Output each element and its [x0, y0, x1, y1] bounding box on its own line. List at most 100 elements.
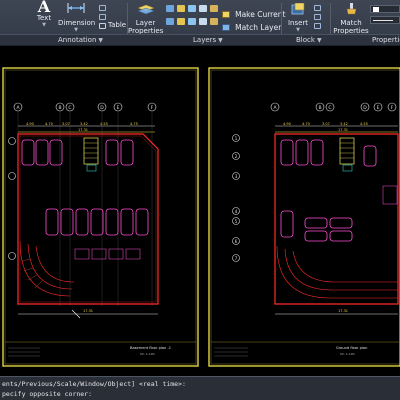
table-button[interactable]: Table: [108, 21, 126, 29]
grid-label-e: E: [117, 105, 120, 111]
grid-label-d: D: [363, 105, 367, 111]
row-label-3: 3: [235, 174, 238, 179]
dimension-tool-label: Dimension: [58, 19, 96, 27]
match-properties-label-1: Match: [340, 19, 362, 27]
drawing-canvas[interactable]: 4.90 4.70 3.07 3.42 4.55 4.75 17.31 A B C D …: [0, 46, 400, 376]
ramp-hatch: [21, 258, 43, 289]
panel-layers-label: Layers: [193, 36, 217, 44]
layer-isolate-icon[interactable]: [188, 5, 196, 12]
svg-text:4.55: 4.55: [360, 122, 368, 126]
grid-label-d: D: [100, 105, 104, 111]
grid-axis-labels-top: A B C D E F: [16, 105, 153, 111]
row-label-4: 4: [235, 209, 238, 214]
cad-drawing[interactable]: 4.90 4.70 3.07 3.42 4.55 4.75 17.31 A B C D …: [0, 46, 400, 376]
layer-lock-icon[interactable]: [210, 5, 218, 12]
stair-core-right: [339, 137, 355, 165]
grid-label-a: A: [16, 105, 20, 111]
grid-label-f: F: [391, 105, 394, 111]
layer-properties-label-1: Layer: [135, 19, 156, 27]
left-sheet-title: Basement floor plan -1: [130, 346, 171, 350]
right-sheet-scale: SC. 1:100: [340, 352, 355, 356]
match-layer-icon: [222, 24, 230, 31]
panel-block[interactable]: Block ▼: [296, 36, 322, 44]
leader-icon[interactable]: [99, 5, 106, 11]
svg-text:4.55: 4.55: [100, 122, 108, 126]
parking-row-middle: [45, 208, 149, 236]
text-tool-label: Text: [36, 14, 52, 22]
elevator-core-right: [342, 164, 353, 172]
panel-properties[interactable]: Propertie: [372, 36, 400, 44]
lineweight-dropdown[interactable]: [370, 16, 400, 24]
svg-text:3.42: 3.42: [340, 122, 348, 126]
panel-layers[interactable]: Layers ▼: [193, 36, 223, 44]
svg-text:3.07: 3.07: [62, 122, 70, 126]
command-prompt[interactable]: pecify opposite corner:: [2, 390, 92, 398]
multiline-text-icon[interactable]: [99, 14, 106, 20]
parking-row-top-right: [280, 139, 377, 167]
ribbon: A Text ▼ Dimension ▼ Table Layer Propert…: [0, 0, 400, 46]
layer-state-icon[interactable]: [166, 5, 174, 12]
legend-lines-left: [8, 347, 40, 357]
dimension-tool-button[interactable]: Dimension ▼: [58, 0, 96, 33]
text-tool-button[interactable]: A Text ▼: [31, 0, 57, 28]
layer-unlock-icon[interactable]: [210, 18, 218, 25]
svg-text:17.31: 17.31: [78, 128, 88, 132]
grid-row-bubbles-left: [8, 137, 16, 260]
side-room-right: [382, 185, 398, 205]
panel-annotation[interactable]: Annotation ▼: [58, 36, 103, 44]
svg-text:4.90: 4.90: [283, 122, 291, 126]
layer-thaw-icon[interactable]: [199, 18, 207, 25]
chevron-down-icon: ▼: [218, 37, 223, 44]
left-sheet-frame: [2, 67, 199, 367]
ground-floor-outline: [274, 133, 399, 305]
match-properties-button[interactable]: Match Properties: [333, 0, 369, 35]
legend-lines-right: [214, 347, 248, 357]
create-block-icon[interactable]: [314, 5, 321, 11]
chevron-down-icon: ▼: [42, 22, 46, 28]
table-icon[interactable]: [99, 23, 106, 29]
svg-text:4.70: 4.70: [45, 122, 53, 126]
layer-off-icon[interactable]: [177, 5, 185, 12]
svg-text:4.75: 4.75: [130, 122, 138, 126]
left-sheet-inner-frame: [4, 69, 197, 365]
insert-button[interactable]: Insert ▼: [284, 0, 312, 33]
command-history: ents/Previous/Scale/Window/Object] <real…: [2, 380, 186, 388]
color-swatch: [373, 7, 379, 12]
row-label-5: 5: [235, 219, 238, 224]
panel-properties-label: Propertie: [372, 36, 400, 44]
dimension-icon: [67, 3, 85, 13]
grid-label-e: E: [377, 105, 380, 111]
chevron-down-icon: ▼: [316, 37, 322, 44]
grid-label-a: A: [273, 105, 277, 111]
panel-annotation-label: Annotation: [58, 36, 97, 44]
right-sheet-title: Ground floor plan: [336, 346, 367, 350]
command-line[interactable]: ents/Previous/Scale/Window/Object] <real…: [0, 376, 400, 400]
svg-text:3.07: 3.07: [322, 122, 330, 126]
row-label-6: 6: [235, 239, 238, 244]
edit-attributes-icon[interactable]: [314, 23, 321, 29]
edit-block-icon[interactable]: [314, 14, 321, 20]
ribbon-panel-bar: Annotation▼ Layers▼ Block▼ Propertie: [0, 34, 400, 45]
layer-properties-button[interactable]: Layer Properties: [128, 0, 163, 35]
match-layer-label: Match Layer: [235, 23, 282, 32]
svg-text:4.90: 4.90: [26, 122, 34, 126]
left-sheet-scale: SC. 1:100: [140, 352, 155, 356]
stair-treads: [84, 142, 98, 159]
layer-match-icon[interactable]: [188, 18, 196, 25]
grid-axis-bubbles-top: [13, 102, 157, 112]
top-dimension-values: 4.90 4.70 3.07 3.42 4.55 4.75 17.31: [26, 122, 138, 132]
svg-text:3.42: 3.42: [80, 122, 88, 126]
layer-walk-icon[interactable]: [166, 18, 174, 25]
grid-row-labels-right: 1 2 3 4 5 6 7: [235, 136, 238, 261]
storage-rooms: [74, 248, 141, 260]
parking-row-middle-right: [280, 210, 353, 242]
right-sheet: A B C D E F 4.90 4.70 3.07 3.42 4.55 17.31 1: [208, 67, 400, 367]
color-dropdown[interactable]: [370, 5, 400, 13]
grid-label-c: C: [328, 105, 331, 111]
chevron-down-icon: ▼: [296, 27, 300, 33]
layer-unisolate-icon[interactable]: [177, 18, 185, 25]
panel-block-label: Block: [296, 36, 315, 44]
bottom-dimension-value-right: 17.31: [338, 309, 348, 313]
layer-freeze-icon[interactable]: [199, 5, 207, 12]
svg-text:17.31: 17.31: [338, 128, 348, 132]
